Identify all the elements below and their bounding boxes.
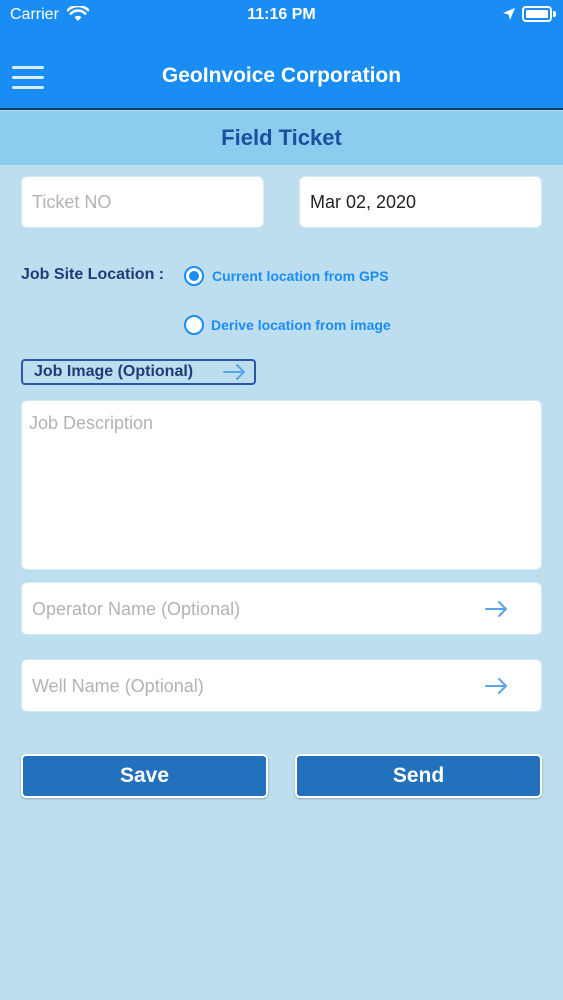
date-value: Mar 02, 2020 — [310, 192, 417, 212]
status-time: 11:16 PM — [247, 6, 316, 23]
ticket-no-placeholder: Ticket NO — [32, 192, 112, 212]
well-name-field[interactable]: Well Name (Optional) — [21, 659, 542, 712]
job-image-label: Job Image (Optional) — [34, 363, 194, 380]
date-field[interactable]: Mar 02, 2020 — [299, 176, 542, 228]
status-bar: Carrier 11:16 PM — [0, 0, 563, 30]
navigation-bar: Carrier 11:16 PM GeoInvoice Corporation — [0, 0, 563, 110]
ticket-no-input[interactable]: Ticket NO — [21, 176, 264, 228]
location-arrow-icon — [503, 8, 515, 20]
operator-name-field[interactable]: Operator Name (Optional) — [21, 582, 542, 635]
job-description-textarea[interactable]: Job Description — [21, 400, 542, 570]
radio-derive-from-image[interactable] — [184, 315, 204, 335]
radio-derive-from-image-label[interactable]: Derive location from image — [211, 317, 391, 333]
job-image-button[interactable]: Job Image (Optional) — [21, 359, 256, 385]
page-title: Field Ticket — [0, 111, 563, 165]
radio-current-gps[interactable] — [184, 266, 204, 286]
job-site-location-label: Job Site Location : — [21, 266, 165, 283]
battery-cap — [553, 11, 556, 17]
operator-name-placeholder: Operator Name (Optional) — [32, 599, 241, 619]
well-name-placeholder: Well Name (Optional) — [32, 676, 204, 696]
radio-current-gps-label[interactable]: Current location from GPS — [212, 268, 389, 284]
send-button[interactable]: Send — [295, 754, 542, 798]
job-description-placeholder: Job Description — [29, 413, 154, 433]
arrow-right-icon — [485, 601, 507, 617]
arrow-right-icon — [485, 678, 507, 694]
app-title: GeoInvoice Corporation — [161, 64, 402, 87]
arrow-right-icon — [223, 364, 245, 380]
save-button[interactable]: Save — [21, 754, 268, 798]
battery-icon — [522, 6, 552, 22]
